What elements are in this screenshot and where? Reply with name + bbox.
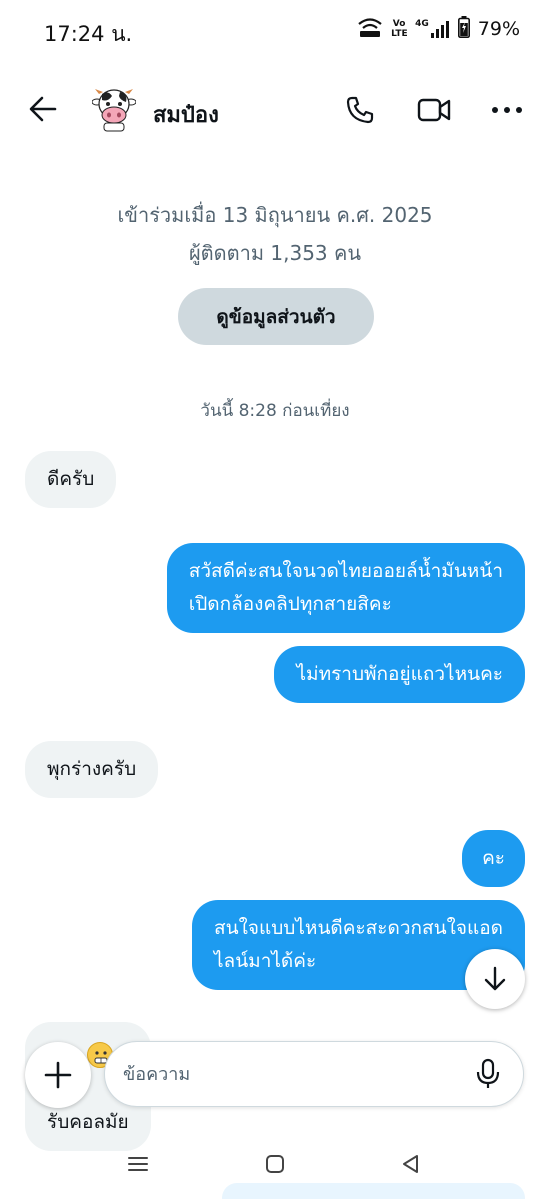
video-camera-icon (417, 98, 451, 122)
more-icon (492, 107, 522, 113)
message-line: เปิดกล้องคลิปทุกสายสิคะ (188, 593, 392, 615)
recent-apps-button[interactable] (123, 1149, 153, 1179)
microphone-icon (476, 1058, 500, 1088)
message-line: ดีครับ (47, 468, 95, 490)
joined-date: เข้าร่วมเมื่อ 13 มิถุนายน ค.ศ. 2025 (117, 203, 433, 227)
system-back-button[interactable] (396, 1149, 426, 1179)
contact-name[interactable]: สมป๋อง (153, 97, 219, 132)
message-bubble-incoming[interactable]: พุกร่างครับ (25, 741, 159, 798)
message-composer (0, 1036, 550, 1116)
cow-avatar-icon (91, 89, 137, 132)
message-line: ไลน์มาได้ค่ะ (214, 950, 317, 972)
avatar[interactable] (91, 86, 137, 132)
message-bubble-outgoing[interactable]: สวัสดีค่ะสนใจนวดไทยออยล์น้ำมันหน้า เปิดก… (166, 543, 525, 633)
volte-icon: Vo LTE (391, 19, 408, 39)
status-bar: 17:24 น. Vo LTE 4G 79% (0, 0, 550, 62)
arrow-down-icon (484, 966, 506, 991)
back-triangle-icon (403, 1155, 418, 1173)
message-line: สนใจแบบไหนดีคะสะดวกสนใจแอด (214, 917, 503, 939)
video-call-button[interactable] (416, 92, 452, 128)
back-button[interactable] (26, 92, 60, 126)
add-attachment-button[interactable] (25, 1042, 91, 1108)
message-bubble-incoming[interactable]: ดีครับ (25, 451, 117, 508)
phone-icon (346, 96, 374, 124)
call-button[interactable] (342, 92, 378, 128)
view-profile-button[interactable]: ดูข้อมูลส่วนตัว (178, 288, 374, 345)
signal-icon: 4G (415, 19, 450, 39)
message-input[interactable] (123, 1042, 453, 1106)
recent-apps-icon (128, 1157, 148, 1171)
message-line: สวัสดีค่ะสนใจนวดไทยออยล์น้ำมันหน้า (188, 560, 503, 582)
message-line: ไม่ทราบพักอยู่แถวไหนคะ (296, 663, 503, 685)
back-arrow-icon (29, 96, 57, 122)
message-bubble-outgoing[interactable]: คะ (462, 830, 525, 887)
more-button[interactable] (489, 92, 525, 128)
system-nav-bar (0, 1137, 550, 1199)
battery-icon (457, 16, 470, 42)
message-line: พุกร่างครับ (47, 758, 137, 780)
chat-header: สมป๋อง (0, 70, 550, 152)
profile-info: เข้าร่วมเมื่อ 13 มิถุนายน ค.ศ. 2025 ผู้ต… (0, 196, 550, 272)
voice-message-button[interactable] (471, 1057, 505, 1091)
scroll-to-bottom-button[interactable] (465, 949, 525, 1009)
hotspot-icon (357, 16, 383, 42)
message-input-container (104, 1041, 524, 1107)
message-line: คะ (482, 847, 505, 869)
battery-percent: 79% (477, 18, 520, 40)
status-time: 17:24 น. (44, 22, 133, 46)
message-timestamp: วันนี้ 8:28 ก่อนเที่ยง (200, 401, 350, 421)
home-icon (266, 1155, 284, 1173)
message-bubble-outgoing[interactable]: ไม่ทราบพักอยู่แถวไหนคะ (274, 646, 525, 703)
plus-icon (44, 1061, 72, 1089)
follower-count: ผู้ติดตาม 1,353 คน (188, 241, 362, 265)
network-type-label: 4G (415, 19, 429, 29)
status-icons: Vo LTE 4G 79% (357, 16, 520, 42)
home-button[interactable] (260, 1149, 290, 1179)
